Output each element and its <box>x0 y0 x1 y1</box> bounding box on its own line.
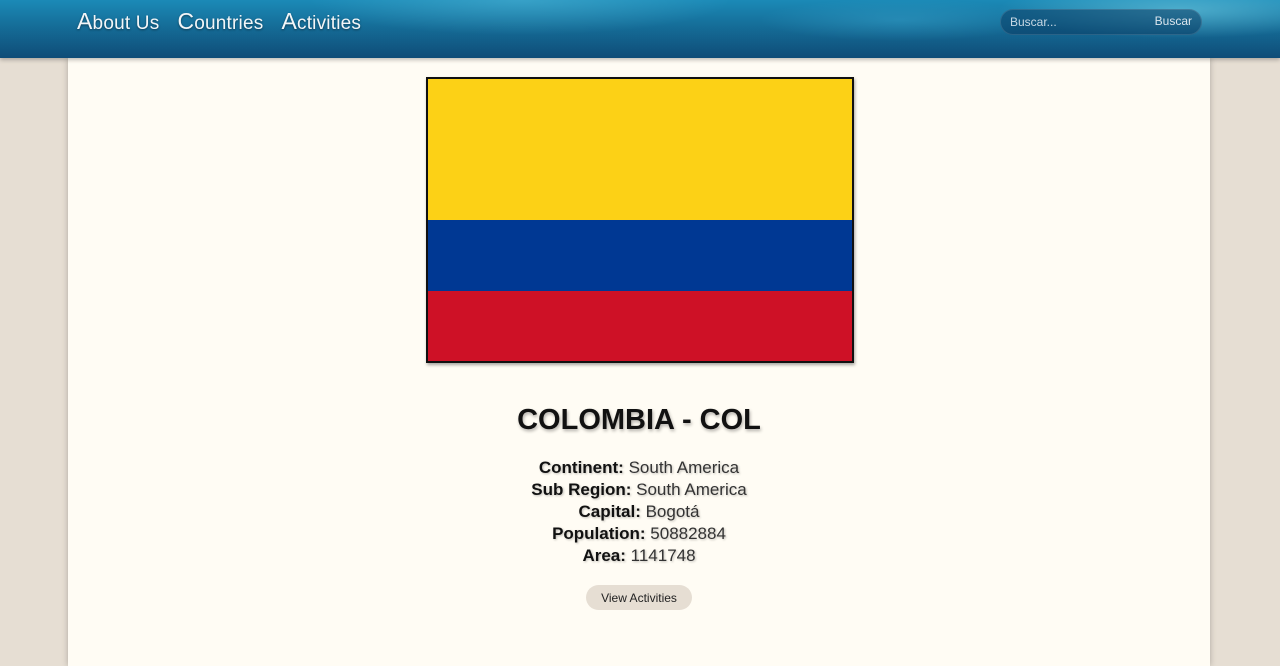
detail-capital-label: Capital: <box>578 502 641 521</box>
detail-population-label: Population: <box>552 524 646 543</box>
flag-stripe-red <box>428 290 852 361</box>
nav-activities-initial: A <box>281 8 297 34</box>
nav-countries[interactable]: Countries <box>177 8 263 35</box>
detail-population-value: 50882884 <box>650 524 726 543</box>
detail-sub-region: Sub Region: South America <box>68 479 1210 501</box>
detail-continent-label: Continent: <box>538 458 624 477</box>
nav-about-us-label: bout Us <box>92 13 160 34</box>
header-bar: About Us Countries Activities Buscar <box>0 0 1280 58</box>
country-detail-card: COLOMBIA - COL Continent: South America … <box>68 58 1210 666</box>
detail-capital: Capital: Bogotá <box>68 501 1210 523</box>
detail-population: Population: 50882884 <box>68 523 1210 545</box>
detail-capital-value: Bogotá <box>645 502 700 521</box>
detail-area-value: 1141748 <box>630 546 696 565</box>
nav-countries-initial: C <box>177 8 195 34</box>
nav-countries-label: ountries <box>194 13 264 34</box>
nav-activities[interactable]: Activities <box>281 8 361 35</box>
flag-stripe-yellow <box>428 79 852 220</box>
search-form: Buscar <box>1000 9 1202 35</box>
country-title: COLOMBIA - COL <box>517 404 761 436</box>
main-nav: About Us Countries Activities <box>77 8 361 35</box>
search-input[interactable] <box>1000 9 1135 35</box>
nav-activities-label: ctivities <box>297 13 362 34</box>
search-button[interactable]: Buscar <box>1155 14 1192 28</box>
nav-about-us[interactable]: About Us <box>77 8 159 35</box>
country-flag <box>426 77 854 363</box>
detail-continent: Continent: South America <box>68 457 1210 479</box>
detail-area-label: Area: <box>582 546 626 565</box>
view-activities-button[interactable]: View Activities <box>586 585 692 610</box>
detail-sub-region-label: Sub Region: <box>531 480 632 499</box>
detail-area: Area: 1141748 <box>68 545 1210 567</box>
detail-sub-region-value: South America <box>636 480 747 499</box>
country-details: Continent: South America Sub Region: Sou… <box>68 457 1210 567</box>
detail-continent-value: South America <box>628 458 740 477</box>
flag-stripe-blue <box>428 220 852 291</box>
nav-about-us-initial: A <box>77 8 93 34</box>
